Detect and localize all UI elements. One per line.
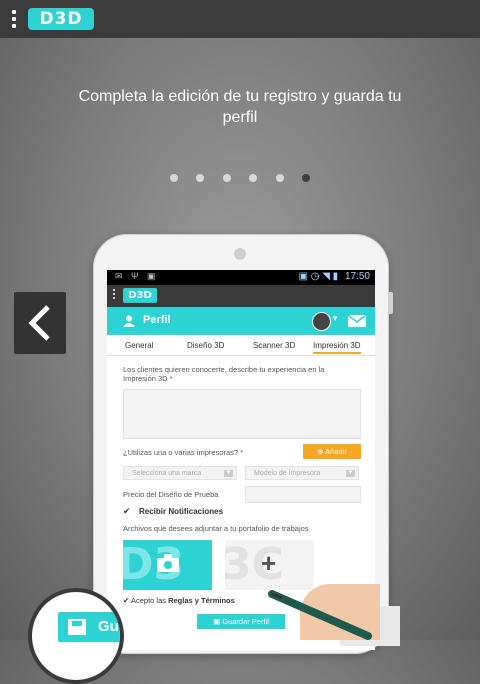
mail-icon[interactable] [348,315,366,327]
accept-prefix: Acepto las [130,596,166,605]
phone-app-top-bar: D3D [107,285,375,307]
previous-page-button[interactable] [14,292,66,354]
app-logo: D3D [28,8,94,30]
phone-app-logo: D3D [123,288,157,303]
price-label: Precio del Diseño de Prueba [123,490,219,499]
page-dot[interactable] [275,174,284,182]
experience-label: Los clientes quieren conocerte, describe… [123,365,325,383]
page-dot-active[interactable] [301,174,310,182]
page-dot[interactable] [196,174,205,182]
save-profile-label: Guardar Perfil [222,617,269,626]
zoomed-save-button-body[interactable]: Gu [58,612,120,642]
dropdown-arrow-icon: ▼ [346,470,355,477]
zoomed-save-label: Gu [98,618,119,635]
phone-speaker [234,248,246,260]
files-label: Archivos que desees adjuntar a tu portaf… [123,524,309,533]
checkbox-accept[interactable]: ✔ [123,596,129,605]
pen-icon [268,590,372,640]
checkbox-notifications[interactable]: ✔ [123,506,131,517]
brand-placeholder: Selecciona una marca [132,470,202,477]
status-bar: ✉ Ψ ▣ ▣ ◷ ◥ ▮ 17:50 [107,270,375,285]
model-placeholder: Modelo de Impresora [254,470,321,477]
chevron-down-icon[interactable]: ▾ [333,313,338,324]
chevron-left-icon [28,305,50,341]
experience-textarea[interactable] [123,389,361,439]
brand-select[interactable]: Selecciona una marca ▼ [123,466,237,480]
portfolio-thumbnail[interactable]: D3 [123,540,212,590]
profile-header: Perfil ▾ [107,307,375,335]
tab-general[interactable]: General [125,341,153,350]
user-icon [123,315,135,327]
page-dot[interactable] [170,174,178,182]
accept-terms[interactable]: ✔ Acepto las Reglas y Términos [123,596,235,605]
profile-tabs: General Diseño 3D Scanner 3D Impresión 3… [107,335,375,356]
status-right: ▣ ◷ ◥ ▮ 17:50 [298,271,370,282]
price-input[interactable] [245,486,361,503]
add-button-label: Añadir [325,447,347,456]
notification-icons: ✉ Ψ ▣ [115,271,159,281]
avatar[interactable] [312,312,331,331]
menu-icon[interactable] [12,10,18,28]
status-time: 17:50 [344,271,370,282]
model-select[interactable]: Modelo de Impresora ▼ [245,466,359,480]
tab-scanner-3d[interactable]: Scanner 3D [253,341,295,350]
app-top-bar: D3D [0,0,480,38]
zoomed-save-button: Gu [28,588,124,684]
phone-menu-icon[interactable] [113,289,119,303]
phone-side-button [388,292,393,314]
page-indicator [170,174,310,184]
page-dot[interactable] [222,174,231,182]
printers-label: ¿Utilizas una o varias impresoras? * [123,448,244,457]
notifications-label: Recibir Notificaciones [139,507,224,516]
dropdown-arrow-icon: ▼ [224,470,233,477]
rules-link[interactable]: Reglas y Términos [168,596,235,605]
tab-impresion-3d[interactable]: Impresión 3D [313,341,361,354]
save-icon [68,619,86,635]
camera-icon [157,554,179,572]
add-printer-button[interactable]: ⊕ Añadir [303,444,361,459]
save-icon: ▣ [213,617,221,626]
tab-diseno-3d[interactable]: Diseño 3D [187,341,224,350]
add-icon: ⊕ [317,447,324,456]
onboarding-headline: Completa la edición de tu registro y gua… [78,88,402,126]
page-dot[interactable] [249,174,258,182]
profile-title: Perfil [143,314,171,326]
